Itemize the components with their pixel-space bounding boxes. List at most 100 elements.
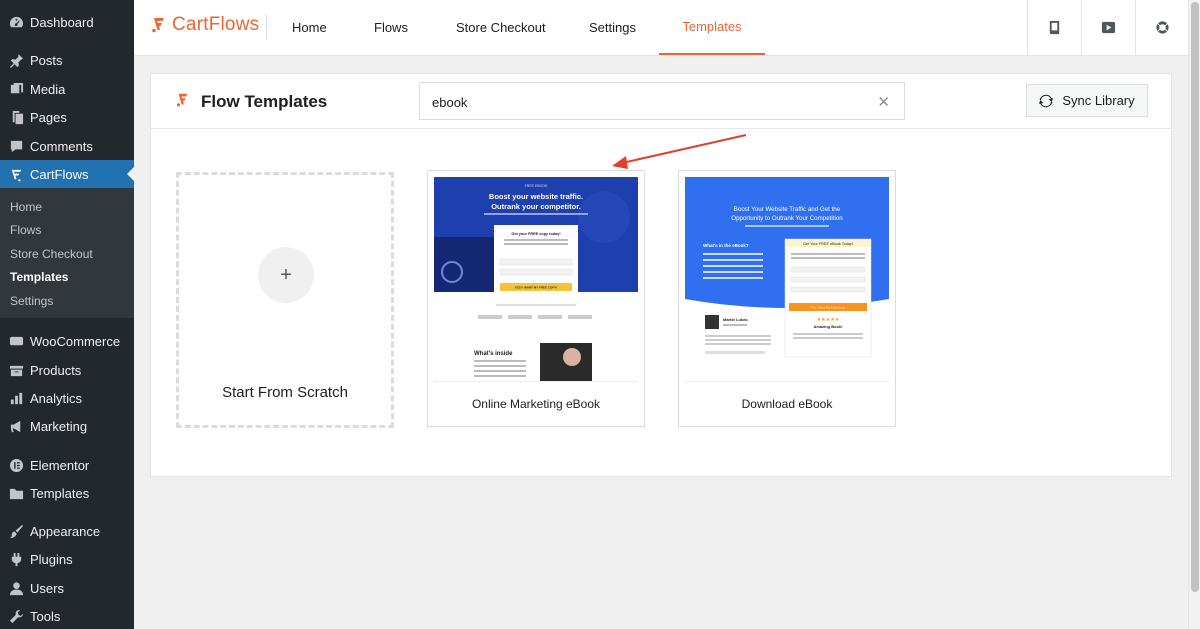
submenu-store-checkout[interactable]: Store Checkout [10, 247, 93, 261]
menu-comments[interactable]: Comments [0, 132, 134, 160]
menu-users-label: Users [30, 580, 64, 596]
menu-posts[interactable]: Posts [0, 46, 134, 74]
brand-divider [266, 14, 267, 40]
thumb1-headline-1: Boost your website traffic. [489, 192, 583, 201]
tab-flows[interactable]: Flows [374, 0, 408, 55]
archive-icon [8, 362, 24, 378]
menu-pages-label: Pages [30, 109, 67, 125]
sync-library-label: Sync Library [1062, 93, 1135, 108]
menu-products[interactable]: Products [0, 356, 134, 384]
tab-templates[interactable]: Templates [659, 0, 765, 55]
menu-plugins[interactable]: Plugins [0, 545, 134, 573]
admin-sidebar: Dashboard Posts Media Pages Comments Car… [0, 0, 134, 629]
menu-tools-label: Tools [30, 608, 61, 624]
cartflows-topbar: CartFlows Home Flows Store Checkout Sett… [134, 0, 1188, 56]
page-scrollbar[interactable] [1188, 0, 1200, 629]
pages-icon [8, 109, 24, 125]
flow-templates-panel: Flow Templates ✕ Sync Library + Start Fr… [150, 73, 1172, 477]
book-icon[interactable] [1027, 0, 1081, 55]
menu-dashboard-label: Dashboard [30, 14, 94, 30]
menu-marketing[interactable]: Marketing [0, 412, 134, 440]
wrench-icon [8, 608, 24, 624]
template-card-download-ebook[interactable]: Boost Your Website Traffic and Get the O… [678, 170, 896, 427]
scrollbar-thumb[interactable] [1191, 2, 1199, 592]
cartflows-submenu: Home Flows Store Checkout Templates Sett… [0, 188, 134, 318]
menu-cartflows-label: CartFlows [30, 166, 89, 182]
menu-templates-label: Templates [30, 485, 90, 501]
media-icon [8, 81, 24, 97]
thumb1-cta: YES! I WANT MY FREE COPY! [515, 286, 558, 290]
menu-comments-label: Comments [30, 138, 93, 154]
thumb2-stars: ★★★★★ [817, 317, 840, 323]
thumb2-headline-1: Boost Your Website Traffic and Get the [734, 206, 841, 213]
paintbrush-icon [8, 523, 24, 539]
menu-products-label: Products [30, 362, 82, 378]
support-icon[interactable] [1135, 0, 1189, 55]
thumb2-form-title: Get Your FREE eBook Today! [803, 242, 853, 246]
brand-name: CartFlows [172, 14, 260, 35]
cartflows-small-icon [176, 93, 188, 107]
menu-cartflows[interactable]: CartFlows [0, 160, 134, 188]
template-label: Download eBook [741, 397, 833, 411]
thumb2-author: Martin Lukas [723, 317, 748, 322]
close-icon[interactable]: ✕ [877, 93, 890, 111]
submenu-settings[interactable]: Settings [10, 294, 53, 308]
submenu-templates[interactable]: Templates [10, 270, 68, 284]
template-divider [434, 381, 638, 382]
woocommerce-icon [8, 333, 24, 349]
menu-appearance[interactable]: Appearance [0, 517, 134, 545]
cartflows-logo[interactable]: CartFlows [150, 14, 259, 36]
download-ebook-preview: Boost Your Website Traffic and Get the O… [685, 177, 889, 381]
menu-elementor[interactable]: Elementor [0, 451, 134, 479]
thumb2-cta: Yes - Send My Free Copy [811, 306, 846, 310]
tab-store-checkout[interactable]: Store Checkout [456, 0, 546, 55]
menu-tools[interactable]: Tools [0, 602, 134, 629]
elementor-icon [8, 457, 24, 473]
template-search-input[interactable] [432, 92, 852, 112]
template-search[interactable]: ✕ [419, 82, 905, 120]
menu-marketing-label: Marketing [30, 418, 88, 434]
thumb1-section: What's inside [474, 351, 513, 357]
start-from-scratch-card[interactable]: + Start From Scratch [176, 172, 394, 428]
bar-chart-icon [8, 390, 24, 406]
menu-media-label: Media [30, 81, 66, 97]
template-thumbnail: Boost Your Website Traffic and Get the O… [685, 177, 889, 381]
youtube-icon[interactable] [1081, 0, 1135, 55]
comment-icon [8, 138, 24, 154]
menu-woocommerce[interactable]: WooCommerce [0, 327, 134, 355]
template-card-online-marketing-ebook[interactable]: FREE EBOOK Boost your website traffic. O… [427, 170, 645, 427]
start-from-scratch-label: Start From Scratch [222, 384, 348, 401]
menu-media[interactable]: Media [0, 75, 134, 103]
menu-analytics-label: Analytics [30, 390, 83, 406]
thumb2-headline-2: Opportunity to Outrank Your Competition [731, 215, 843, 222]
thumb1-form-title: Get your FREE copy today! [511, 232, 560, 236]
user-icon [8, 580, 24, 596]
tab-home[interactable]: Home [292, 0, 327, 55]
menu-analytics[interactable]: Analytics [0, 384, 134, 412]
template-divider [685, 381, 889, 382]
sync-library-button[interactable]: Sync Library [1026, 84, 1148, 117]
menu-dashboard[interactable]: Dashboard [0, 8, 134, 36]
menu-templates[interactable]: Templates [0, 479, 134, 507]
pushpin-icon [8, 52, 24, 68]
submenu-home[interactable]: Home [10, 200, 42, 214]
submenu-flows[interactable]: Flows [10, 223, 41, 237]
tab-settings[interactable]: Settings [589, 0, 636, 55]
sync-icon [1039, 94, 1054, 107]
dashboard-icon [8, 14, 24, 30]
cartflows-logo-icon [152, 18, 164, 33]
menu-plugins-label: Plugins [30, 551, 73, 567]
plugin-icon [8, 551, 24, 567]
menu-pages[interactable]: Pages [0, 103, 134, 131]
cartflows-icon [8, 166, 24, 182]
plus-icon: + [258, 247, 314, 303]
thumb1-badge: FREE EBOOK [525, 184, 548, 188]
menu-users[interactable]: Users [0, 574, 134, 602]
panel-title: Flow Templates [201, 92, 328, 111]
panel-header: Flow Templates ✕ Sync Library [151, 74, 1171, 129]
menu-posts-label: Posts [30, 52, 63, 68]
thumb2-list-title: What's in the eBook? [703, 243, 749, 248]
thumb2-review: Amazing Book! [813, 324, 842, 329]
menu-woocommerce-label: WooCommerce [30, 333, 121, 349]
thumb1-headline-2: Outrank your competitor. [491, 202, 581, 211]
